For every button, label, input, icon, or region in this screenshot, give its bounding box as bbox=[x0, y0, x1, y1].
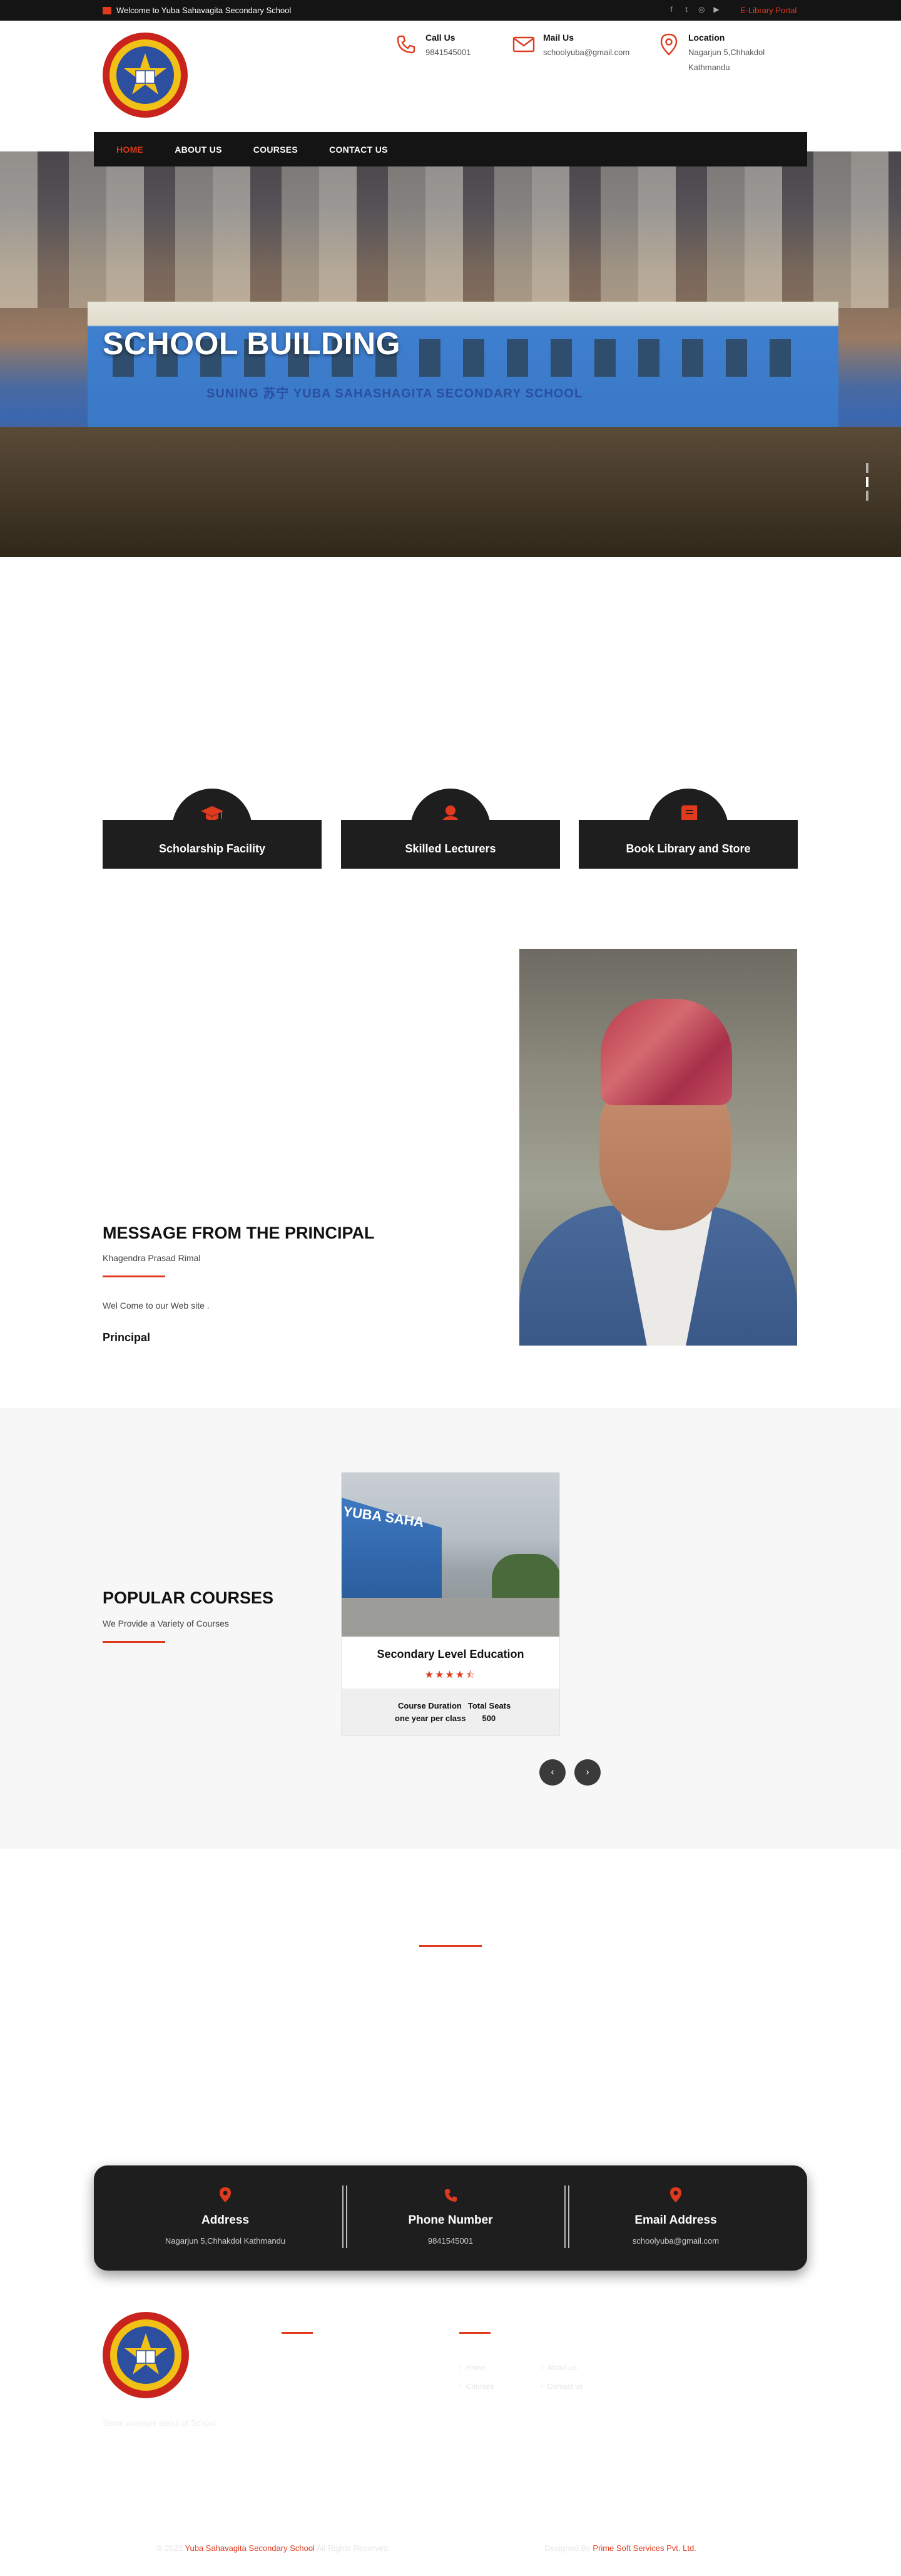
email-title: Email Address bbox=[634, 2214, 717, 2227]
seats-label: Total Seats bbox=[467, 1701, 511, 1710]
contact-email: Email Address schoolyuba@gmail.com bbox=[569, 2165, 782, 2271]
seats-value: 500 bbox=[482, 1714, 496, 1723]
feature-lecturers[interactable]: Skilled Lecturers bbox=[341, 789, 560, 869]
nav-home[interactable]: HOME bbox=[116, 145, 143, 155]
course-image: YUBA SAHA bbox=[342, 1473, 559, 1637]
principal-photo bbox=[519, 949, 797, 1346]
slider-indicators[interactable] bbox=[866, 463, 868, 501]
phone-icon bbox=[394, 33, 418, 56]
hero-slider: SUNING 苏宁 YUBA SAHASHAGITA SECONDARY SCH… bbox=[0, 151, 901, 557]
star-rating: ★★★★⯪ bbox=[424, 1670, 477, 1680]
school-building-image bbox=[88, 302, 838, 433]
page: Welcome to Yuba Sahavagita Secondary Sch… bbox=[0, 0, 901, 2576]
courses-heading: POPULAR COURSES bbox=[103, 1588, 274, 1607]
chevron-left-icon[interactable]: ‹ bbox=[539, 1759, 566, 1786]
location-line2: Kathmandu bbox=[688, 63, 730, 72]
school-name-link[interactable]: Yuba Sahavagita Secondary School bbox=[185, 2543, 315, 2553]
top-bar: Welcome to Yuba Sahavagita Secondary Sch… bbox=[0, 0, 901, 21]
call-us-info: Call Us 9841545001 bbox=[394, 33, 471, 60]
feature-label: Scholarship Facility bbox=[158, 842, 266, 855]
nav-about-us[interactable]: ABOUT US bbox=[175, 145, 222, 155]
nav-contact-us[interactable]: CONTACT US bbox=[329, 145, 388, 155]
nav-courses[interactable]: COURSES bbox=[253, 145, 298, 155]
call-us-value[interactable]: 9841545001 bbox=[425, 45, 471, 60]
heading-underline bbox=[103, 1275, 165, 1277]
school-icon bbox=[103, 6, 111, 14]
hero-title: SCHOOL BUILDING bbox=[103, 326, 401, 361]
map-pin-icon bbox=[670, 2187, 681, 2202]
mail-icon bbox=[512, 33, 536, 56]
facebook-icon[interactable]: f bbox=[668, 6, 674, 14]
mail-us-value[interactable]: schoolyuba@gmail.com bbox=[543, 45, 629, 60]
mail-us-title: Mail Us bbox=[543, 33, 574, 43]
phone-title: Phone Number bbox=[408, 2214, 493, 2227]
duration-label: Course Duration bbox=[398, 1701, 462, 1710]
carousel-controls: ‹ › bbox=[539, 1759, 601, 1786]
divider bbox=[564, 2185, 569, 2248]
footer-heading-underline bbox=[282, 2332, 313, 2334]
principal-role: Principal bbox=[103, 1331, 151, 1344]
feature-label: Skilled Lecturers bbox=[405, 842, 496, 855]
social-links: f t ◎ ▶ bbox=[668, 6, 720, 14]
map-pin-icon bbox=[657, 33, 681, 56]
popular-courses-section: POPULAR COURSES We Provide a Variety of … bbox=[0, 1408, 901, 1849]
email-value[interactable]: schoolyuba@gmail.com bbox=[569, 2236, 782, 2246]
feature-scholarship[interactable]: Scholarship Facility bbox=[103, 789, 322, 869]
map-pin-icon bbox=[220, 2187, 231, 2202]
location-line1: Nagarjun 5,Chhakdol bbox=[688, 48, 765, 57]
section-underline bbox=[419, 1945, 482, 1947]
course-card[interactable]: YUBA SAHA Secondary Level Education ★★★★… bbox=[341, 1472, 560, 1736]
footer-link-about[interactable]: › About us bbox=[541, 2363, 577, 2372]
hero-background-houses bbox=[0, 151, 901, 308]
principal-name: Khagendra Prasad Rimal bbox=[103, 1253, 201, 1263]
footer-logo[interactable] bbox=[103, 2312, 189, 2398]
designed-by: Designed By Prime Soft Services Pvt. Ltd… bbox=[544, 2543, 696, 2553]
building-sign: SUNING 苏宁 YUBA SAHASHAGITA SECONDARY SCH… bbox=[206, 387, 583, 401]
welcome-message: Welcome to Yuba Sahavagita Secondary Sch… bbox=[103, 6, 291, 15]
location-title: Location bbox=[688, 33, 725, 43]
elibrary-link[interactable]: E-Library Portal bbox=[740, 6, 797, 15]
address-value: Nagarjun 5,Chhakdol Kathmandu bbox=[165, 2236, 286, 2246]
principal-welcome-text: Wel Come to our Web site . bbox=[103, 1301, 210, 1311]
principal-heading: MESSAGE FROM THE PRINCIPAL bbox=[103, 1224, 375, 1242]
welcome-text: Welcome to Yuba Sahavagita Secondary Sch… bbox=[116, 6, 292, 15]
duration-value: one year per class bbox=[395, 1714, 466, 1723]
contact-address: Address Nagarjun 5,Chhakdol Kathmandu bbox=[119, 2165, 332, 2271]
address-title: Address bbox=[201, 2214, 250, 2227]
contact-strip: Address Nagarjun 5,Chhakdol Kathmandu Ph… bbox=[94, 2165, 807, 2271]
heading-underline bbox=[103, 1641, 165, 1643]
company-link[interactable]: Prime Soft Services Pvt. Ltd. bbox=[593, 2543, 696, 2553]
contact-phone: Phone Number 9841545001 bbox=[344, 2165, 557, 2271]
course-meta: Course Duration Total Seats one year per… bbox=[342, 1689, 559, 1735]
phone-value[interactable]: 9841545001 bbox=[344, 2236, 557, 2246]
courses-subtitle: We Provide a Variety of Courses bbox=[103, 1618, 229, 1628]
slider-dot-active[interactable] bbox=[866, 477, 868, 487]
call-us-title: Call Us bbox=[425, 33, 456, 43]
copyright: © 2022 Yuba Sahavagita Secondary School … bbox=[156, 2543, 389, 2553]
school-logo[interactable] bbox=[103, 33, 188, 118]
slider-dot[interactable] bbox=[866, 463, 868, 473]
feature-library[interactable]: Book Library and Store bbox=[579, 789, 798, 869]
footer-description: Some example about of School bbox=[103, 2418, 216, 2428]
twitter-icon[interactable]: t bbox=[683, 6, 690, 14]
chevron-right-icon[interactable]: › bbox=[574, 1759, 601, 1786]
footer-link-courses[interactable]: › Courses bbox=[459, 2382, 494, 2391]
instagram-icon[interactable]: ◎ bbox=[698, 6, 705, 14]
slider-dot[interactable] bbox=[866, 491, 868, 501]
footer-heading-underline bbox=[459, 2332, 491, 2334]
youtube-icon[interactable]: ▶ bbox=[713, 6, 720, 14]
feature-label: Book Library and Store bbox=[626, 842, 751, 855]
phone-icon bbox=[445, 2189, 457, 2202]
footer-link-home[interactable]: › Home bbox=[459, 2363, 486, 2372]
main-nav: HOME ABOUT US COURSES CONTACT US bbox=[94, 132, 807, 166]
location-info: Location Nagarjun 5,Chhakdol Kathmandu bbox=[657, 33, 765, 75]
mail-us-info: Mail Us schoolyuba@gmail.com bbox=[512, 33, 629, 60]
course-title[interactable]: Secondary Level Education bbox=[342, 1648, 559, 1661]
hillside bbox=[0, 427, 901, 557]
footer-link-contact[interactable]: › Contact us bbox=[541, 2382, 583, 2391]
